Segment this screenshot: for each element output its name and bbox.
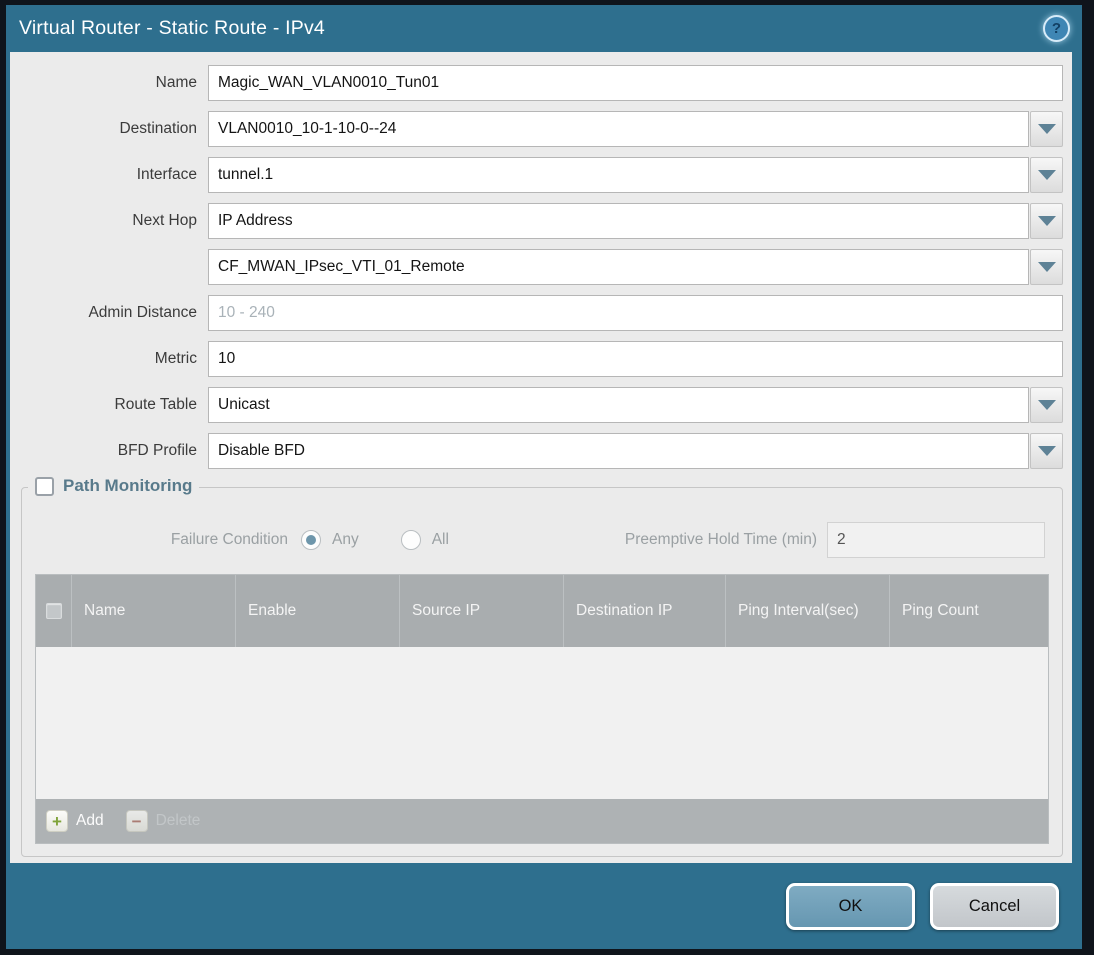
dialog-content: Name Destination Interface <box>10 52 1072 863</box>
failure-condition-row: Failure Condition Any All Preemptive Hol… <box>29 522 1055 558</box>
admin-distance-row: Admin Distance <box>10 295 1072 331</box>
path-monitoring-table: Name Enable Source IP Destination IP Pin… <box>35 574 1049 844</box>
plus-icon: + <box>46 810 68 832</box>
column-header-source-ip: Source IP <box>400 575 564 647</box>
route-table-field-wrap <box>208 387 1063 423</box>
destination-field-wrap <box>208 111 1063 147</box>
failure-condition-radio-any[interactable] <box>301 530 321 550</box>
next-hop-type-dropdown-button[interactable] <box>1030 203 1063 239</box>
path-monitoring-group: Path Monitoring Failure Condition Any Al… <box>21 476 1063 857</box>
next-hop-row: Next Hop <box>10 203 1072 239</box>
failure-condition-radio-all[interactable] <box>400 530 421 550</box>
ok-button[interactable]: OK <box>786 882 915 930</box>
radio-dot <box>406 535 416 545</box>
help-icon[interactable]: ? <box>1043 15 1070 42</box>
column-header-ping-count: Ping Count <box>902 601 979 619</box>
path-monitoring-legend: Path Monitoring <box>28 476 200 496</box>
path-monitoring-checkbox[interactable] <box>35 476 54 496</box>
metric-field-wrap <box>208 341 1063 377</box>
name-label: Name <box>155 74 197 91</box>
next-hop-address-row <box>10 249 1072 285</box>
next-hop-address-dropdown-button[interactable] <box>1030 249 1063 285</box>
interface-dropdown-button[interactable] <box>1030 157 1063 193</box>
minus-icon: − <box>125 810 148 832</box>
destination-label: Destination <box>119 120 197 137</box>
bfd-profile-field-wrap <box>208 433 1063 469</box>
preemptive-hold-time-label: Preemptive Hold Time (min) <box>624 531 817 548</box>
bfd-profile-input[interactable] <box>208 433 1029 469</box>
next-hop-type-input[interactable] <box>208 203 1029 239</box>
destination-row: Destination <box>10 111 1072 147</box>
preemptive-hold-time-input[interactable] <box>827 522 1045 558</box>
bfd-profile-row: BFD Profile <box>10 433 1072 469</box>
next-hop-field-wrap <box>208 203 1063 239</box>
dialog-footer: OK Cancel <box>6 863 1082 949</box>
add-button[interactable]: + Add <box>46 810 104 832</box>
window-frame: Virtual Router - Static Route - IPv4 ? N… <box>0 0 1094 955</box>
metric-input[interactable] <box>208 341 1063 377</box>
bfd-profile-label: BFD Profile <box>117 442 197 459</box>
dialog-title: Virtual Router - Static Route - IPv4 <box>19 17 325 39</box>
route-table-row: Route Table <box>10 387 1072 423</box>
admin-distance-field-wrap <box>208 295 1063 331</box>
next-hop-label: Next Hop <box>132 212 197 229</box>
admin-distance-input[interactable] <box>208 295 1063 331</box>
select-all-checkbox[interactable] <box>45 603 62 619</box>
question-mark-glyph: ? <box>1051 20 1062 37</box>
interface-field-wrap <box>208 157 1063 193</box>
metric-row: Metric <box>10 341 1072 377</box>
column-header-enable: Enable <box>236 575 400 647</box>
chevron-down-icon <box>1037 170 1056 180</box>
add-button-label: Add <box>76 812 104 829</box>
destination-input[interactable] <box>208 111 1029 147</box>
next-hop-address-input[interactable] <box>208 249 1029 285</box>
name-row: Name <box>10 65 1072 101</box>
chevron-down-icon <box>1037 446 1056 456</box>
delete-button-label: Delete <box>155 812 201 829</box>
interface-input[interactable] <box>208 157 1029 193</box>
name-input[interactable] <box>208 65 1063 101</box>
static-route-dialog: Virtual Router - Static Route - IPv4 ? N… <box>6 5 1082 949</box>
failure-condition-all-label: All <box>431 531 449 548</box>
minus-glyph: − <box>131 811 142 831</box>
table-body-empty <box>36 647 1048 799</box>
chevron-down-icon <box>1037 262 1056 272</box>
failure-condition-any-label: Any <box>332 531 359 548</box>
radio-dot <box>306 535 316 545</box>
delete-button[interactable]: − Delete <box>125 810 201 832</box>
route-table-input[interactable] <box>208 387 1029 423</box>
chevron-down-icon <box>1037 400 1056 410</box>
column-header-name: Name <box>72 575 236 647</box>
table-footer-toolbar: + Add − Delete <box>36 799 1048 843</box>
route-table-dropdown-button[interactable] <box>1030 387 1063 423</box>
table-header-row: Name Enable Source IP Destination IP Pin… <box>36 575 1048 647</box>
column-header-destination-ip: Destination IP <box>564 575 726 647</box>
path-monitoring-title: Path Monitoring <box>63 476 193 495</box>
table-header-checkbox-cell <box>36 575 72 647</box>
metric-label: Metric <box>154 350 197 367</box>
bfd-profile-dropdown-button[interactable] <box>1030 433 1063 469</box>
name-field-wrap <box>208 65 1063 101</box>
failure-condition-label: Failure Condition <box>170 531 288 548</box>
dialog-titlebar: Virtual Router - Static Route - IPv4 ? <box>6 5 1082 52</box>
admin-distance-label: Admin Distance <box>88 304 197 321</box>
route-table-label: Route Table <box>114 396 197 413</box>
chevron-down-icon <box>1037 216 1056 226</box>
chevron-down-icon <box>1037 124 1056 134</box>
column-header-ping-interval: Ping Interval(sec) <box>726 575 890 647</box>
destination-dropdown-button[interactable] <box>1030 111 1063 147</box>
plus-glyph: + <box>52 811 62 831</box>
interface-row: Interface <box>10 157 1072 193</box>
cancel-button[interactable]: Cancel <box>930 882 1059 930</box>
next-hop-address-field-wrap <box>208 249 1063 285</box>
interface-label: Interface <box>136 166 197 183</box>
